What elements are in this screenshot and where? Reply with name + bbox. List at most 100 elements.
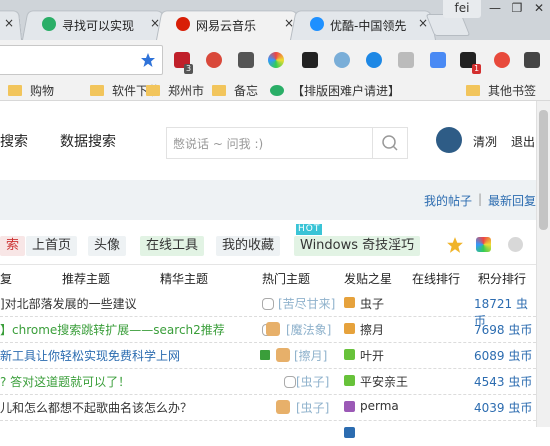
folder-icon xyxy=(146,85,160,96)
points-value: 4039 虫币 xyxy=(474,401,533,415)
nav-item-favorites[interactable]: 我的收藏 xyxy=(216,236,281,256)
bookmark-item-other[interactable]: 其他书签 xyxy=(466,82,536,99)
site-icon xyxy=(270,85,284,96)
site-search-box[interactable]: 憋说话 ~ 问我 :) xyxy=(166,127,408,159)
topic-title[interactable]: ? 答对这道题就可以了！ xyxy=(0,373,130,390)
search-button[interactable] xyxy=(372,128,407,158)
bookmarks-bar: 购物 软件下载 郑州市 备忘 【排版困难户请进】 其他书签 xyxy=(0,80,550,101)
theme-icon[interactable] xyxy=(476,237,491,252)
column-header-featured[interactable]: 精华主题 xyxy=(160,270,208,287)
netease-icon xyxy=(176,17,190,31)
table-row[interactable]: 】chrome搜索跳转扩展——search2推荐 [魔法象] 擦月 7698 虫… xyxy=(0,316,536,343)
search-link[interactable]: 搜索 xyxy=(0,131,28,151)
topic-title[interactable]: 新工具让你轻松实现免费科学上网 xyxy=(0,347,180,364)
evernote-icon[interactable] xyxy=(238,52,254,68)
bookmark-item[interactable]: 购物 xyxy=(8,82,54,99)
extension-x-icon[interactable] xyxy=(302,52,318,68)
column-header-poster-star[interactable]: 发贴之星 xyxy=(344,270,392,287)
search-input[interactable]: 憋说话 ~ 问我 :) xyxy=(173,135,263,152)
poster-name[interactable]: 叶开 xyxy=(360,347,384,364)
youku-icon xyxy=(310,17,324,31)
close-window-button[interactable]: ✕ xyxy=(528,0,550,18)
bookmark-item[interactable]: 郑州市 xyxy=(146,82,204,99)
back-icon[interactable] xyxy=(508,237,523,252)
column-header[interactable]: 复 xyxy=(0,270,12,287)
poster-name[interactable]: 虫子 xyxy=(360,295,384,312)
pocket-icon[interactable] xyxy=(494,52,510,68)
ublock-badge: 3 xyxy=(184,64,194,74)
attachment-icon xyxy=(284,376,296,388)
topic-author-tag[interactable]: [擦月] xyxy=(294,347,327,364)
notification-badge: 1 xyxy=(472,64,482,74)
bookmark-item[interactable]: 【排版困难户请进】 xyxy=(270,82,400,99)
data-search-link[interactable]: 数据搜索 xyxy=(60,131,116,151)
maximize-button[interactable]: ❐ xyxy=(506,0,528,18)
table-row[interactable]: ]对北部落发展的一些建议 [苦尽甘来] 虫子 18721 虫币 xyxy=(0,290,536,328)
table-row[interactable]: 新工具让你轻松实现免费科学上网 [擦月] 叶开 6089 虫币 xyxy=(0,342,536,369)
minimize-button[interactable]: — xyxy=(484,0,506,18)
table-row[interactable]: ? 答对这道题就可以了！ [虫子] 平安亲王 4543 虫币 xyxy=(0,368,536,395)
tab-previous[interactable]: × xyxy=(0,8,22,40)
address-bar[interactable] xyxy=(0,45,163,75)
points-value: 4543 虫币 xyxy=(474,375,533,389)
tab-title: 网易云音乐 xyxy=(196,19,257,33)
nav-item-home[interactable]: 上首页 xyxy=(26,236,78,256)
folder-icon xyxy=(90,85,104,96)
browser-toolbar: 3 1 xyxy=(0,40,550,80)
translate-icon[interactable] xyxy=(430,52,446,68)
tab-title: 优酷-中国领先 xyxy=(330,19,407,33)
topic-title[interactable]: ]对北部落发展的一些建议 xyxy=(0,295,137,312)
user-rank-icon xyxy=(344,401,355,412)
bookmark-item[interactable]: 备忘 xyxy=(212,82,258,99)
column-header-online[interactable]: 在线排行 xyxy=(412,270,460,287)
tab-2[interactable]: 优酷-中国领先 × xyxy=(290,8,436,40)
search-ext-icon[interactable] xyxy=(334,52,350,68)
username-link[interactable]: 清冽 xyxy=(473,133,497,150)
logout-link[interactable]: 退出 xyxy=(511,133,535,150)
nav-item-windows[interactable]: Windows 奇技淫巧 xyxy=(294,236,421,256)
topic-author-tag[interactable]: [虫子] xyxy=(296,399,329,416)
table-row[interactable] xyxy=(0,420,536,446)
user-rank-icon xyxy=(344,349,355,360)
cube-icon[interactable] xyxy=(398,52,414,68)
close-icon[interactable]: × xyxy=(4,16,14,30)
table-row[interactable]: 儿和怎么都想不起歌曲名该怎么办？ [虫子] perma 4039 虫币 xyxy=(0,394,536,421)
scrollbar-thumb[interactable] xyxy=(539,110,548,230)
bookmark-star-icon[interactable] xyxy=(140,52,156,68)
my-posts-link[interactable]: 我的帖子 xyxy=(424,192,472,209)
color-picker-icon[interactable] xyxy=(268,52,284,68)
topic-title[interactable]: 】chrome搜索跳转扩展——search2推荐 xyxy=(0,321,225,338)
user-rank-icon xyxy=(344,297,355,308)
nav-item-tools[interactable]: 在线工具 xyxy=(140,236,205,256)
profile-button[interactable]: fei xyxy=(443,0,481,18)
folder-icon xyxy=(466,85,480,96)
poster-name[interactable]: 擦月 xyxy=(360,321,384,338)
column-header-recommended[interactable]: 推荐主题 xyxy=(62,270,110,287)
topic-title[interactable]: 儿和怎么都想不起歌曲名该怎么办？ xyxy=(0,399,192,416)
tab-1[interactable]: 网易云音乐 × xyxy=(156,8,302,40)
user-rank-icon xyxy=(344,427,355,438)
column-header-hot[interactable]: 热门主题 xyxy=(262,270,310,287)
pin-icon[interactable] xyxy=(524,52,540,68)
user-rank-icon xyxy=(344,375,355,386)
target-icon[interactable] xyxy=(366,52,382,68)
star-icon[interactable] xyxy=(446,236,464,254)
hot-badge: HOT xyxy=(296,224,323,235)
nav-item[interactable]: 索 xyxy=(0,236,26,256)
poster-name[interactable]: perma xyxy=(360,399,399,413)
topic-author-tag[interactable]: [虫子] xyxy=(296,373,329,390)
thumb-up-icon xyxy=(276,348,290,362)
avatar[interactable] xyxy=(436,127,462,153)
newest-reply-link[interactable]: 最新回复 xyxy=(488,192,536,209)
topic-author-tag[interactable]: [苦尽甘来] xyxy=(278,295,335,312)
column-header-points[interactable]: 积分排行 xyxy=(478,270,526,287)
nav-item-avatar[interactable]: 头像 xyxy=(88,236,127,256)
attachment-icon xyxy=(262,298,274,310)
poster-name[interactable]: 平安亲王 xyxy=(360,373,408,390)
record-icon[interactable] xyxy=(206,52,222,68)
folder-icon xyxy=(212,85,226,96)
tab-favicon-icon xyxy=(42,17,56,31)
folder-icon xyxy=(8,85,22,96)
tab-0[interactable]: 寻找可以实现 × xyxy=(22,8,168,40)
topic-author-tag[interactable]: [魔法象] xyxy=(286,321,331,338)
